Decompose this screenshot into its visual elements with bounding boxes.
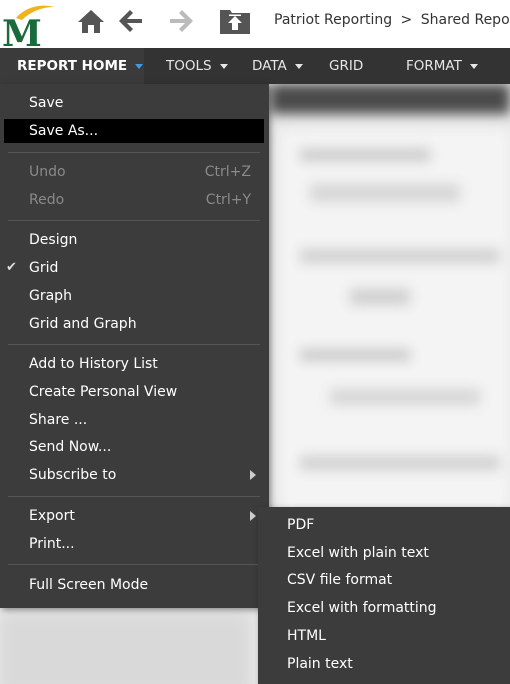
menu-item-redo[interactable]: Redo Ctrl+Y: [4, 188, 264, 212]
shortcut-label: Ctrl+Y: [205, 192, 251, 208]
menu-item-label: Redo: [29, 192, 65, 208]
menu-item-label: Subscribe to: [29, 467, 117, 483]
menu-item-label: Undo: [29, 164, 66, 180]
export-item-label: HTML: [287, 628, 326, 644]
submenu-arrow-icon: [250, 511, 256, 521]
shortcut-label: Ctrl+Z: [204, 164, 251, 180]
chevron-down-icon: [219, 63, 228, 69]
menu-report-home[interactable]: REPORT HOME: [0, 48, 144, 84]
menu-item-export[interactable]: Export: [4, 504, 264, 528]
breadcrumb: Patriot Reporting > Shared Reports: [274, 12, 510, 28]
menu-item-label: Send Now...: [29, 439, 112, 455]
menu-item-grid[interactable]: ✔ Grid: [4, 256, 264, 280]
breadcrumb-separator: >: [400, 12, 413, 28]
menu-item-label: Create Personal View: [29, 384, 178, 400]
menu-divider: [8, 564, 260, 565]
menu-item-label: Add to History List: [29, 356, 158, 372]
university-logo[interactable]: M: [2, 4, 56, 55]
menu-grid-label: GRID: [329, 58, 364, 74]
menu-bar: REPORT HOME TOOLS DATA GRID FORMAT: [0, 48, 510, 84]
menu-divider: [8, 152, 260, 153]
menu-item-send-now[interactable]: Send Now...: [4, 435, 264, 459]
export-item-label: Excel with plain text: [287, 545, 429, 561]
svg-text:M: M: [2, 13, 42, 48]
upload-folder-icon[interactable]: [218, 6, 252, 40]
export-item-csv[interactable]: CSV file format: [258, 567, 510, 593]
menu-item-label: Full Screen Mode: [29, 577, 149, 593]
menu-divider: [8, 344, 260, 345]
checkmark-icon: ✔: [6, 260, 17, 275]
menu-grid[interactable]: GRID: [329, 48, 363, 84]
menu-item-label: Graph: [29, 288, 72, 304]
menu-item-graph[interactable]: Graph: [4, 284, 264, 308]
menu-item-share[interactable]: Share ...: [4, 408, 264, 432]
back-arrow-icon[interactable]: [118, 8, 146, 38]
export-item-label: Plain text: [287, 656, 353, 672]
menu-item-label: Print...: [29, 536, 75, 552]
export-item-excel-formatting[interactable]: Excel with formatting: [258, 595, 510, 621]
breadcrumb-item-shared-reports[interactable]: Shared Reports: [421, 12, 510, 28]
export-item-excel-plain-text[interactable]: Excel with plain text: [258, 540, 510, 566]
menu-tools-label: TOOLS: [166, 58, 212, 74]
menu-divider: [8, 496, 260, 497]
menu-item-undo[interactable]: Undo Ctrl+Z: [4, 160, 264, 184]
menu-item-subscribe-to[interactable]: Subscribe to: [4, 463, 264, 487]
chevron-down-icon: [294, 63, 303, 69]
chevron-down-icon: [135, 63, 144, 69]
home-icon[interactable]: [76, 8, 106, 38]
menu-data[interactable]: DATA: [252, 48, 303, 84]
export-item-plain-text[interactable]: Plain text: [258, 651, 510, 677]
export-item-html[interactable]: HTML: [258, 623, 510, 649]
export-item-label: PDF: [287, 517, 315, 533]
menu-item-full-screen-mode[interactable]: Full Screen Mode: [4, 573, 264, 597]
menu-tools[interactable]: TOOLS: [166, 48, 228, 84]
menu-format-label: FORMAT: [406, 58, 462, 74]
export-item-label: CSV file format: [287, 572, 393, 588]
menu-item-label: Share ...: [29, 412, 88, 428]
menu-item-label: Save As...: [29, 123, 99, 139]
menu-item-save-as[interactable]: Save As...: [4, 119, 264, 143]
menu-item-grid-and-graph[interactable]: Grid and Graph: [4, 312, 264, 336]
menu-item-print[interactable]: Print...: [4, 532, 264, 556]
submenu-arrow-icon: [250, 470, 256, 480]
export-item-label: Excel with formatting: [287, 600, 437, 616]
menu-format[interactable]: FORMAT: [406, 48, 478, 84]
chevron-down-icon: [469, 63, 478, 69]
menu-item-create-personal-view[interactable]: Create Personal View: [4, 380, 264, 404]
menu-item-label: Grid and Graph: [29, 316, 137, 332]
report-home-dropdown: Save Save As... Undo Ctrl+Z Redo Ctrl+Y …: [0, 84, 269, 608]
menu-item-label: Grid: [29, 260, 59, 276]
menu-report-home-label: REPORT HOME: [17, 58, 128, 74]
menu-item-add-to-history-list[interactable]: Add to History List: [4, 352, 264, 376]
export-item-pdf[interactable]: PDF: [258, 512, 510, 538]
menu-item-label: Design: [29, 232, 78, 248]
export-submenu: PDF Excel with plain text CSV file forma…: [258, 507, 510, 684]
menu-item-label: Export: [29, 508, 75, 524]
breadcrumb-item-patriot-reporting[interactable]: Patriot Reporting: [274, 12, 392, 28]
menu-item-save[interactable]: Save: [4, 91, 264, 115]
menu-divider: [8, 220, 260, 221]
top-header: M Patriot Reporting > Shared Reports: [0, 0, 510, 55]
menu-item-design[interactable]: Design: [4, 228, 264, 252]
forward-arrow-icon[interactable]: [166, 8, 194, 38]
menu-item-label: Save: [29, 95, 64, 111]
menu-data-label: DATA: [252, 58, 287, 74]
